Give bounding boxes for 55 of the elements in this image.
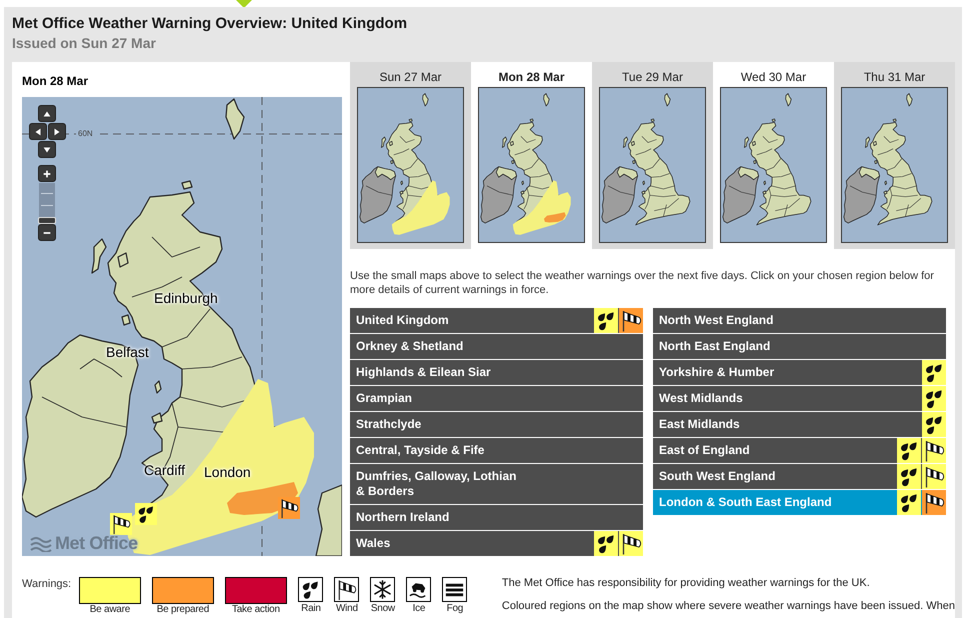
region-row[interactable]: Grampian [350,386,643,411]
latitude-label: 60N [76,129,95,139]
region-row[interactable]: North West England [653,308,946,333]
issued-date: Issued on Sun 27 Mar [12,34,157,52]
page-title: Met Office Weather Warning Overview: United Kingdom [12,14,408,34]
region-row[interactable]: Central, Tayside & Fife [350,438,643,463]
city-label: London [203,463,252,481]
region-row[interactable]: North East England [653,334,946,359]
zoom-slider[interactable] [39,183,55,224]
raindrops-icon [298,577,324,602]
pan-up-button[interactable] [38,105,56,122]
legend-label: Take action [232,604,280,616]
region-row[interactable]: East Midlands [653,412,946,437]
info-text: The Met Office has responsibility for providing weather warnings for the UK. [502,576,871,590]
region-row[interactable]: Orkney & Shetland [350,334,643,359]
down-triangle-icon [236,0,252,8]
pan-right-button[interactable] [48,123,66,140]
region-row[interactable]: Yorkshire & Humber [653,360,946,385]
legend-label: Rain [301,603,321,615]
plus-icon [42,168,52,178]
instructions-text: Use the small maps above to select the weather warnings over the next five days. Click on your chosen region below for more details of current warnings in force. [350,269,935,297]
region-row[interactable]: Strathclyde [350,412,643,437]
legend-label: Ice [412,603,426,615]
skidding-car-icon [406,577,432,602]
snowflake-icon [370,577,396,602]
horizontal-bars-icon [442,577,468,602]
day-tab[interactable]: Sun 27 Mar [350,62,471,249]
legend-label: Wind [336,603,358,615]
day-tab[interactable]: Tue 29 Mar [592,62,713,249]
right-arrow-icon [52,126,62,136]
down-arrow-icon [42,144,52,154]
waves-logo-icon [30,536,52,552]
region-row[interactable]: Wales [350,531,643,556]
region-row[interactable]: Northern Ireland [350,505,643,530]
windsock-icon [334,577,360,602]
region-row[interactable]: West Midlands [653,386,946,411]
slider-thumb[interactable] [38,217,56,224]
left-arrow-icon [33,126,43,136]
legend-label: Be aware [90,604,130,616]
info-text: Coloured regions on the map show where severe weather warnings have been issued. When [502,599,955,613]
day-tab[interactable]: Thu 31 Mar [834,62,955,249]
zoom-in-button[interactable] [38,165,56,182]
legend-label: Fog [446,603,464,615]
region-row[interactable]: South West England [653,464,946,489]
pan-down-button[interactable] [38,141,56,158]
zoom-out-button[interactable] [38,224,56,241]
region-row[interactable]: Highlands & Eilean Siar [350,360,643,385]
map-date: Mon 28 Mar [22,74,90,90]
pan-left-button[interactable] [29,123,47,140]
legend-title: Warnings: [22,578,72,591]
region-row[interactable]: Dumfries, Galloway, Lothian & Borders [350,464,643,504]
legend-label: Snow [370,603,395,615]
legend-label: Be prepared [156,604,210,616]
region-row[interactable]: United Kingdom [350,308,643,333]
region-row[interactable]: East of England [653,438,946,463]
